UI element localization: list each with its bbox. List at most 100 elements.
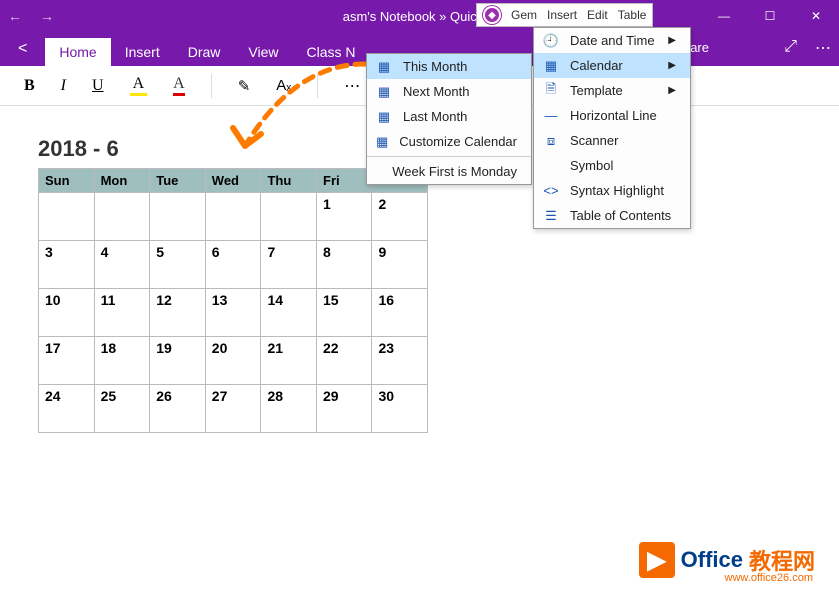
submenu-arrow-icon: ▶ xyxy=(668,60,676,71)
cal-cell[interactable]: 3 xyxy=(39,241,95,289)
cal-cell[interactable]: 24 xyxy=(39,385,95,433)
cal-cell[interactable]: 11 xyxy=(94,289,150,337)
cal-cell[interactable]: 28 xyxy=(261,385,317,433)
cal-cell[interactable]: 26 xyxy=(150,385,206,433)
back-icon[interactable]: < xyxy=(18,40,27,58)
highlight-button[interactable]: A xyxy=(130,75,148,96)
menu-customize-calendar[interactable]: ▦Customize Calendar xyxy=(367,129,531,154)
cal-cell[interactable]: 6 xyxy=(205,241,261,289)
calendar-icon: ▦ xyxy=(375,59,393,75)
menu-next-month[interactable]: ▦Next Month xyxy=(367,79,531,104)
cal-cell[interactable]: 5 xyxy=(150,241,206,289)
cal-cell[interactable]: 29 xyxy=(317,385,372,433)
tab-classnotebook[interactable]: Class N xyxy=(292,38,369,66)
nav-back-icon[interactable]: ← xyxy=(8,8,22,24)
tab-home[interactable]: Home xyxy=(45,38,110,66)
tab-draw[interactable]: Draw xyxy=(174,38,235,66)
cal-cell[interactable]: 19 xyxy=(150,337,206,385)
watermark: ▶ Office教程网 www.office26.com xyxy=(639,542,815,578)
gem-menubar: ◆ Gem Insert Edit Table xyxy=(476,3,653,27)
toolbar-more-button[interactable]: ⋯ xyxy=(344,76,360,96)
gem-icon: ◆ xyxy=(483,6,501,24)
fullscreen-icon[interactable]: ⤢ xyxy=(784,38,797,58)
calendar-table: SunMonTueWedThuFriSat 123456789101112131… xyxy=(38,168,428,433)
cal-cell[interactable]: 1 xyxy=(317,193,372,241)
menu-item-icon xyxy=(542,158,560,174)
nav-forward-icon[interactable]: → xyxy=(40,8,54,24)
fontcolor-button[interactable]: A xyxy=(173,75,185,96)
calendar-submenu: ▦This Month ▦Next Month ▦Last Month ▦Cus… xyxy=(366,53,532,185)
gem-menu-insert[interactable]: Insert xyxy=(547,8,577,22)
office-logo-icon: ▶ xyxy=(639,542,675,578)
cal-day-header: Fri xyxy=(317,169,372,193)
menu-this-month[interactable]: ▦This Month xyxy=(367,54,531,79)
format-painter-button[interactable]: ✎ xyxy=(238,77,251,95)
window-title: asm's Notebook » Quick N xyxy=(343,9,497,24)
cal-cell[interactable]: 18 xyxy=(94,337,150,385)
menu-last-month[interactable]: ▦Last Month xyxy=(367,104,531,129)
submenu-arrow-icon: ▶ xyxy=(668,85,676,96)
menu-horizontal-line[interactable]: —Horizontal Line xyxy=(534,103,690,128)
cal-day-header: Mon xyxy=(94,169,150,193)
cal-cell[interactable]: 27 xyxy=(205,385,261,433)
menu-item-icon: <> xyxy=(542,183,560,199)
tab-view[interactable]: View xyxy=(234,38,292,66)
cal-cell[interactable] xyxy=(39,193,95,241)
clear-format-button[interactable]: Aₓ xyxy=(276,77,291,94)
menu-syntax-highlight[interactable]: <>Syntax Highlight xyxy=(534,178,690,203)
menu-item-icon: 🕘 xyxy=(542,33,560,49)
italic-button[interactable]: I xyxy=(61,77,66,95)
more-icon[interactable]: ⋯ xyxy=(815,38,831,58)
underline-button[interactable]: U xyxy=(92,77,104,95)
cal-cell[interactable]: 14 xyxy=(261,289,317,337)
gem-menu-table[interactable]: Table xyxy=(618,8,647,22)
close-button[interactable]: ✕ xyxy=(793,0,839,32)
cal-cell[interactable]: 10 xyxy=(39,289,95,337)
menu-item-icon: ☰ xyxy=(542,208,560,224)
cal-cell[interactable]: 12 xyxy=(150,289,206,337)
menu-calendar[interactable]: ▦Calendar▶ xyxy=(534,53,690,78)
cal-cell[interactable]: 7 xyxy=(261,241,317,289)
calendar-icon: ▦ xyxy=(375,109,393,125)
cal-cell[interactable] xyxy=(94,193,150,241)
menu-separator xyxy=(367,156,531,157)
cal-cell[interactable]: 21 xyxy=(261,337,317,385)
menu-date-and-time[interactable]: 🕘Date and Time▶ xyxy=(534,28,690,53)
cal-cell[interactable]: 25 xyxy=(94,385,150,433)
gem-menu-gem[interactable]: Gem xyxy=(511,8,537,22)
cal-cell[interactable]: 15 xyxy=(317,289,372,337)
cal-cell[interactable]: 13 xyxy=(205,289,261,337)
menu-week-first-monday[interactable]: Week First is Monday xyxy=(367,159,531,184)
cal-cell[interactable]: 22 xyxy=(317,337,372,385)
menu-item-icon: ▦ xyxy=(542,58,560,74)
cal-cell[interactable] xyxy=(150,193,206,241)
cal-day-header: Wed xyxy=(205,169,261,193)
cal-cell[interactable]: 9 xyxy=(372,241,428,289)
maximize-button[interactable]: ☐ xyxy=(747,0,793,32)
menu-table-of-contents[interactable]: ☰Table of Contents xyxy=(534,203,690,228)
cal-cell[interactable]: 17 xyxy=(39,337,95,385)
cal-day-header: Thu xyxy=(261,169,317,193)
calendar-icon: ▦ xyxy=(375,84,393,100)
calendar-icon: ▦ xyxy=(375,134,389,150)
title-bar: ← → asm's Notebook » Quick N — ☐ ✕ xyxy=(0,0,839,32)
minimize-button[interactable]: — xyxy=(701,0,747,32)
cal-day-header: Tue xyxy=(150,169,206,193)
cal-cell[interactable]: 4 xyxy=(94,241,150,289)
cal-cell[interactable] xyxy=(205,193,261,241)
menu-item-icon: 🗎 xyxy=(542,83,560,99)
cal-cell[interactable]: 16 xyxy=(372,289,428,337)
cal-cell[interactable]: 30 xyxy=(372,385,428,433)
cal-cell[interactable]: 20 xyxy=(205,337,261,385)
menu-scanner[interactable]: ⧈Scanner xyxy=(534,128,690,153)
tab-insert[interactable]: Insert xyxy=(111,38,174,66)
separator xyxy=(317,74,318,98)
menu-symbol[interactable]: Symbol xyxy=(534,153,690,178)
cal-cell[interactable]: 8 xyxy=(317,241,372,289)
cal-cell[interactable]: 2 xyxy=(372,193,428,241)
bold-button[interactable]: B xyxy=(24,77,35,95)
menu-template[interactable]: 🗎Template▶ xyxy=(534,78,690,103)
cal-cell[interactable]: 23 xyxy=(372,337,428,385)
cal-cell[interactable] xyxy=(261,193,317,241)
gem-menu-edit[interactable]: Edit xyxy=(587,8,608,22)
